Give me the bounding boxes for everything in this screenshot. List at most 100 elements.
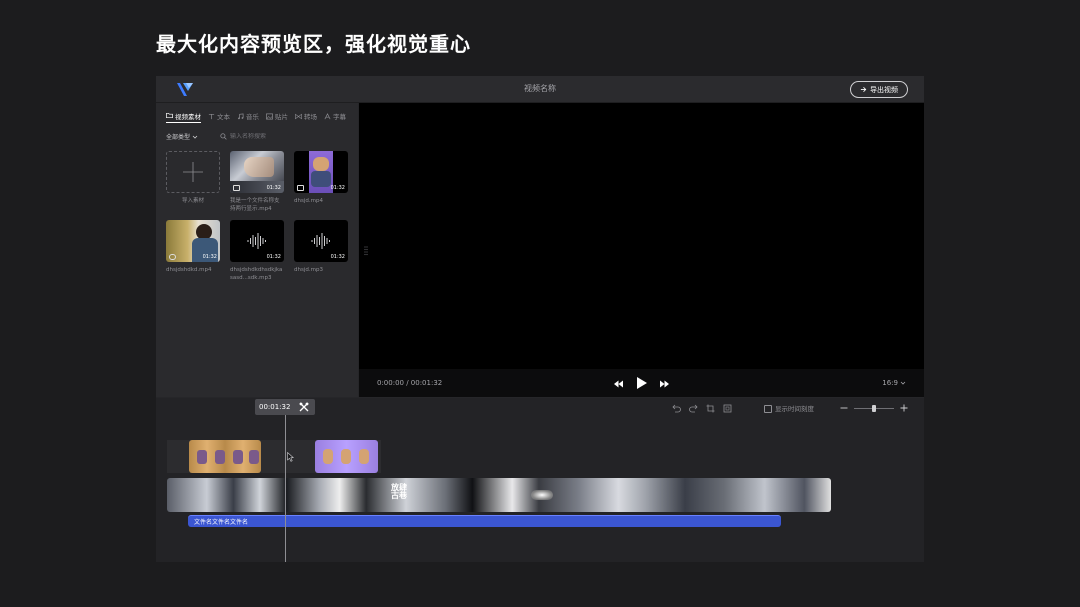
subtitle-icon	[324, 112, 331, 119]
fast-forward-icon[interactable]	[660, 378, 669, 390]
redo-icon[interactable]	[689, 404, 698, 413]
tab-label: 视频素材	[175, 112, 201, 121]
music-icon	[238, 112, 244, 119]
media-grid: 导入素材 01:32 我是一个文件名称支持两行显示.mp4 01:32 dhsj…	[166, 151, 348, 282]
media-item[interactable]: 01:32 dhsjd.mp4	[294, 151, 348, 214]
search-icon	[220, 133, 227, 140]
media-item[interactable]: 01:32 dhsjdshdkdhsdkjkasasd...sdk.mp3	[230, 219, 284, 283]
tab-label: 音乐	[246, 113, 259, 121]
export-label: 导出视频	[870, 85, 898, 94]
clip-frame	[341, 449, 351, 464]
media-item[interactable]: 01:32 我是一个文件名称支持两行显示.mp4	[230, 151, 284, 214]
text-icon	[208, 113, 215, 119]
playhead-time-badge[interactable]: 00:01:32	[255, 399, 315, 415]
clip-frame	[249, 450, 259, 464]
zoom-out-icon[interactable]	[840, 404, 848, 412]
media-item-label: dhsjdshdkdhsdkjkasasd...sdk.mp3	[230, 266, 283, 281]
media-item-label: dhsjd.mp3	[294, 266, 323, 273]
duration: 01:32	[202, 253, 217, 260]
rewind-icon[interactable]	[614, 378, 623, 390]
show-scale-checkbox[interactable]	[764, 405, 772, 413]
media-panel: 视频素材 文本 音乐 贴片 转场 字幕 全部类型 输入名称搜索 导入素材 01:…	[156, 103, 358, 397]
media-item-label: 我是一个文件名称支持两行显示.mp4	[230, 198, 280, 213]
aspect-ratio-label: 16:9	[882, 379, 898, 387]
duration: 01:32	[266, 253, 281, 260]
chevron-down-icon	[900, 381, 906, 385]
audio-thumbnail[interactable]: 01:32	[294, 219, 348, 262]
media-item[interactable]: 01:32 dhsjdshdkd.mp4	[166, 219, 220, 283]
media-item-label: dhsjdshdkd.mp4	[166, 266, 212, 273]
audio-clip[interactable]: 文件名文件名文件名	[188, 515, 781, 527]
video-type-icon	[297, 185, 304, 191]
playback-controls	[359, 377, 924, 390]
transition-icon	[295, 113, 302, 119]
playhead-time: 00:01:32	[259, 403, 291, 411]
video-clip-main[interactable]: 放肆 古巷	[167, 478, 831, 512]
duration: 01:32	[330, 185, 345, 191]
resize-handle-icon[interactable]	[364, 246, 368, 256]
clip-frame	[197, 450, 207, 464]
video-title: 视频名称	[524, 84, 556, 93]
thumbnail-image	[311, 171, 331, 187]
filter-row: 全部类型	[166, 132, 321, 141]
split-tool-icon[interactable]	[299, 402, 309, 412]
zoom-slider[interactable]	[854, 404, 894, 412]
page-heading: 最大化内容预览区，强化视觉重心	[156, 32, 471, 56]
tab-text[interactable]: 文本	[208, 109, 230, 123]
audio-thumbnail[interactable]: 01:32	[230, 219, 284, 262]
top-bar: 视频名称 导出视频	[156, 76, 924, 103]
sticker-clip[interactable]	[189, 440, 261, 473]
media-item[interactable]: 01:32 dhsjd.mp3	[294, 219, 348, 283]
zoom-slider-knob[interactable]	[872, 404, 876, 412]
tab-sticker[interactable]: 贴片	[266, 109, 288, 123]
undo-icon[interactable]	[672, 404, 681, 413]
search-input[interactable]	[230, 133, 321, 140]
sticker-clip[interactable]	[315, 440, 378, 473]
tab-label: 字幕	[333, 113, 346, 121]
waveform-icon	[311, 232, 330, 249]
aspect-ratio-dropdown[interactable]: 16:9	[882, 379, 906, 387]
thumbnail-image	[244, 157, 274, 177]
timeline-panel: 00:01:32 显示时间刻度 放肆 古巷 文件名文件名文件名	[156, 398, 924, 562]
import-media-item[interactable]: 导入素材	[166, 151, 220, 214]
tab-transition[interactable]: 转场	[295, 109, 317, 123]
playhead-line[interactable]	[285, 415, 286, 562]
video-thumbnail[interactable]: 01:32	[294, 151, 348, 193]
thumbnail-image	[313, 157, 329, 171]
arrow-right-icon	[860, 87, 867, 92]
tab-label: 转场	[304, 113, 317, 121]
mouse-cursor-icon	[287, 452, 294, 462]
zoom-control	[840, 404, 908, 412]
export-video-button[interactable]: 导出视频	[850, 81, 908, 98]
filter-label: 全部类型	[166, 134, 191, 141]
tab-music[interactable]: 音乐	[237, 109, 259, 123]
clip-frame	[323, 449, 333, 464]
zoom-in-icon[interactable]	[900, 404, 908, 412]
clip-frame	[233, 450, 243, 464]
show-scale-toggle[interactable]: 显示时间刻度	[764, 403, 814, 413]
media-item-label: 导入素材	[181, 198, 204, 204]
tab-label: 贴片	[275, 113, 288, 121]
clip-frame	[359, 449, 369, 464]
play-icon[interactable]	[636, 377, 647, 389]
tab-label: 文本	[217, 113, 230, 121]
audio-clip-label: 文件名文件名文件名	[194, 519, 249, 526]
media-tabs: 视频素材 文本 音乐 贴片 转场 字幕	[166, 109, 346, 123]
preview-area[interactable]: 0:00:00 / 00:01:32 16:9	[359, 103, 924, 397]
video-thumbnail[interactable]: 01:32	[166, 219, 220, 262]
video-thumbnail[interactable]: 01:32	[230, 151, 284, 193]
chevron-down-icon	[192, 135, 198, 139]
type-filter-dropdown[interactable]: 全部类型	[166, 132, 198, 141]
video-type-icon	[233, 185, 240, 191]
video-editor-window: 视频名称 导出视频 视频素材 文本 音乐 贴片 转场 字幕 全部类型 输入名称搜…	[156, 76, 924, 562]
frame-icon[interactable]	[723, 404, 732, 413]
folder-icon	[166, 112, 173, 119]
waveform-icon	[247, 232, 266, 249]
tab-subtitle[interactable]: 字幕	[324, 109, 346, 123]
search-box	[220, 133, 321, 140]
player-controls-bar: 0:00:00 / 00:01:32 16:9	[359, 369, 924, 397]
crop-icon[interactable]	[706, 404, 715, 413]
tab-video-material[interactable]: 视频素材	[166, 109, 201, 123]
import-tile[interactable]	[166, 151, 220, 193]
image-icon	[266, 113, 273, 119]
